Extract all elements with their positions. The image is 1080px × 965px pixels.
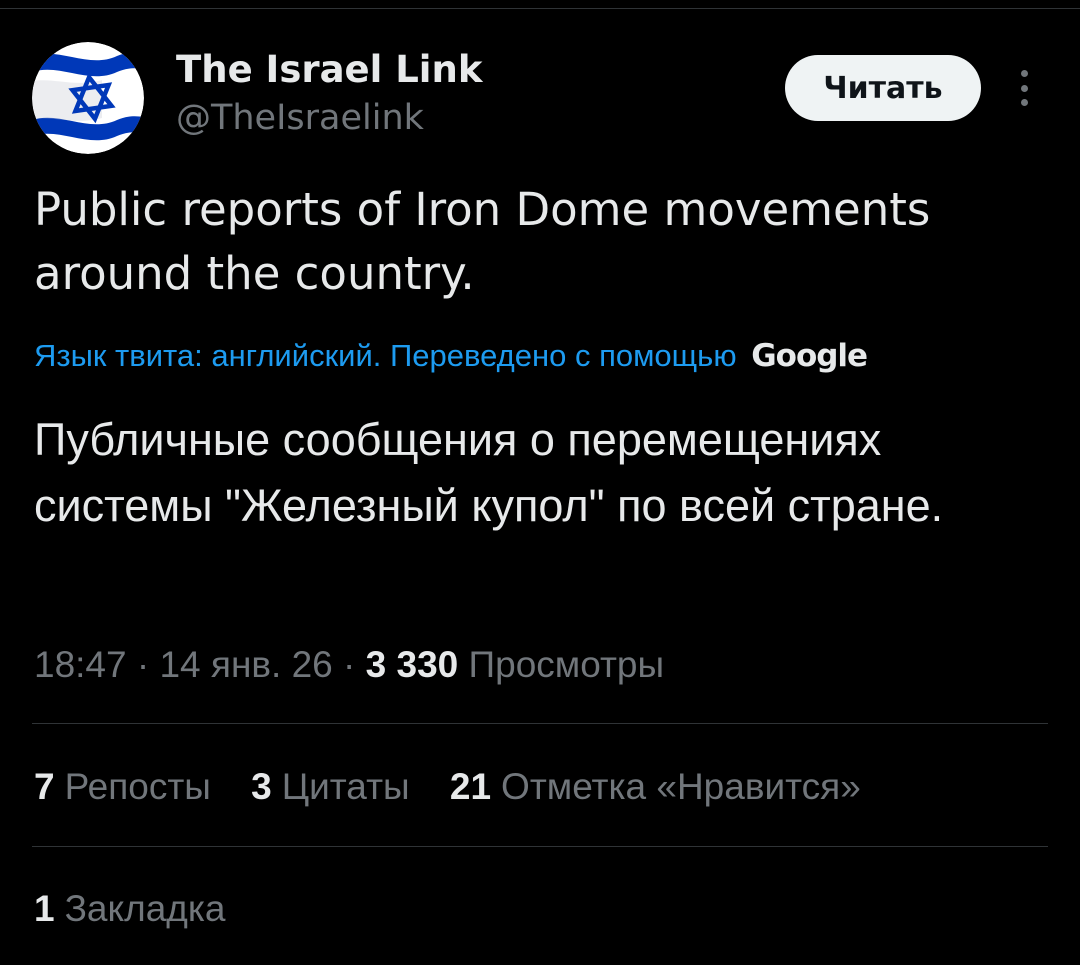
translation-note-text: Язык твита: английский. Переведено с пом… [34, 338, 737, 373]
tweet-text: Public reports of Iron Dome movements ar… [34, 183, 931, 300]
quotes-stat[interactable]: 3 Цитаты [251, 766, 409, 808]
tweet-date[interactable]: 14 янв. 26 [159, 644, 332, 685]
meta-separator: · [332, 644, 366, 685]
divider [32, 846, 1048, 847]
author-handle[interactable]: @TheIsraelink [176, 98, 424, 138]
views-count: 3 330 [365, 644, 459, 685]
meta-separator: · [126, 644, 160, 685]
israel-flag-icon [32, 42, 144, 154]
translated-tweet-text: Публичные сообщения о перемещениях систе… [34, 414, 944, 531]
tweet-time[interactable]: 18:47 [34, 644, 127, 685]
translation-note[interactable]: Язык твита: английский. Переведено с пом… [34, 336, 1064, 376]
reposts-stat[interactable]: 7 Репосты [34, 766, 211, 808]
follow-button[interactable]: Читать [785, 55, 981, 121]
likes-label: Отметка «Нравится» [501, 766, 861, 807]
views-label: Просмотры [468, 644, 665, 685]
reposts-label: Репосты [64, 766, 211, 807]
top-divider [0, 8, 1080, 9]
quotes-label: Цитаты [281, 766, 410, 807]
engagement-stats: 7 Репосты 3 Цитаты 21 Отметка «Нравится» [34, 766, 891, 808]
tweet-detail-view: The Israel Link @TheIsraelink Читать Pub… [0, 0, 1080, 965]
likes-stat[interactable]: 21 Отметка «Нравится» [450, 766, 861, 808]
bookmarks-stat[interactable]: 1 Закладка [34, 888, 255, 930]
quotes-count: 3 [251, 766, 272, 807]
likes-count: 21 [449, 766, 492, 807]
more-vertical-icon[interactable] [1004, 66, 1044, 110]
tweet-meta: 18:47 · 14 янв. 26 · 3 330 Просмотры [34, 644, 664, 686]
bookmarks-label: Закладка [64, 888, 226, 929]
divider [32, 723, 1048, 724]
avatar[interactable] [32, 42, 144, 154]
reposts-count: 7 [34, 766, 55, 807]
google-logo: Google [751, 338, 868, 374]
bookmarks-count: 1 [34, 888, 55, 929]
author-name[interactable]: The Israel Link [176, 48, 482, 91]
